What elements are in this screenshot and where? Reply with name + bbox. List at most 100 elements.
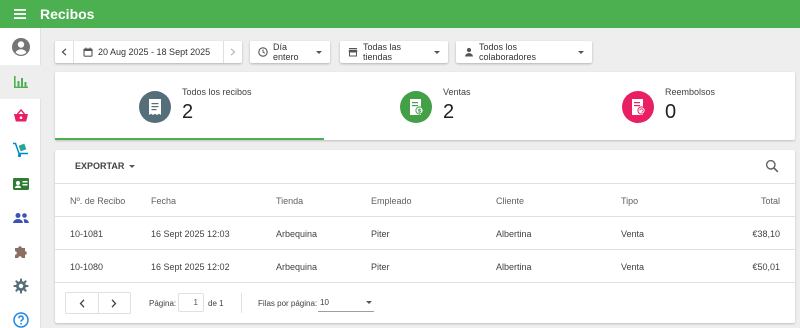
sidebar-item-inventory[interactable] bbox=[0, 133, 41, 167]
summary-value: 2 bbox=[182, 101, 194, 123]
sidebar-item-reports[interactable] bbox=[0, 65, 41, 99]
receipt-customer: Albertina bbox=[496, 229, 532, 239]
filter-bar: 20 Aug 2025 - 18 Sept 2025 Día entero To… bbox=[55, 41, 592, 63]
hamburger-icon bbox=[14, 9, 26, 19]
sidebar-item-settings[interactable] bbox=[0, 269, 41, 303]
employee-filter-dropdown[interactable]: Todos los colaboradores bbox=[456, 41, 592, 63]
sidebar-item-sales[interactable] bbox=[0, 99, 41, 133]
pagination: Página: 1 de 1 Filas por página: 10 bbox=[55, 284, 795, 323]
refund-receipt-icon bbox=[622, 91, 654, 123]
calendar-icon bbox=[83, 47, 93, 57]
page-title: Recibos bbox=[40, 6, 95, 22]
help-icon bbox=[12, 312, 29, 328]
active-tab-indicator bbox=[55, 138, 324, 140]
basket-icon bbox=[13, 109, 28, 122]
date-next-button[interactable] bbox=[224, 41, 242, 63]
chevron-right-icon bbox=[230, 48, 236, 56]
search-icon bbox=[765, 159, 779, 173]
sidebar-item-account[interactable] bbox=[0, 30, 41, 64]
rows-per-page-label: Filas por página: bbox=[258, 299, 318, 308]
rows-per-page-select[interactable]: 10 bbox=[318, 293, 374, 312]
table-row[interactable]: 10-1081 16 Sept 2025 12:03 Arbequina Pit… bbox=[55, 217, 795, 250]
store-filter-label: Todas las tiendas bbox=[363, 42, 402, 62]
rows-per-page-value: 10 bbox=[320, 297, 329, 307]
store-icon bbox=[348, 47, 358, 57]
caret-down-icon bbox=[578, 50, 584, 54]
column-header-employee[interactable]: Empleado bbox=[371, 196, 412, 206]
bar-chart-icon bbox=[13, 76, 28, 88]
receipt-customer: Albertina bbox=[496, 262, 532, 272]
store-filter-dropdown[interactable]: Todas las tiendas bbox=[340, 41, 448, 63]
receipt-number: 10-1080 bbox=[70, 262, 104, 272]
summary-label: Reembolsos bbox=[665, 87, 716, 97]
employee-filter-label: Todos los colaboradores bbox=[479, 42, 537, 62]
receipt-date: 16 Sept 2025 12:02 bbox=[151, 262, 230, 272]
divider bbox=[241, 293, 242, 313]
caret-down-icon bbox=[129, 164, 136, 168]
receipt-icon bbox=[139, 91, 171, 123]
date-prev-button[interactable] bbox=[55, 41, 73, 63]
summary-label: Todos los recibos bbox=[182, 87, 252, 97]
sidebar bbox=[0, 28, 41, 328]
person-icon bbox=[464, 47, 474, 57]
receipt-type: Venta bbox=[621, 262, 645, 272]
menu-button[interactable] bbox=[0, 0, 40, 28]
page-number-input[interactable]: 1 bbox=[178, 293, 204, 312]
summary-label: Ventas bbox=[443, 87, 471, 97]
prev-page-button[interactable] bbox=[66, 293, 98, 313]
chevron-left-icon bbox=[79, 298, 85, 308]
sales-receipt-icon: $ bbox=[400, 91, 432, 123]
app-bar: Recibos bbox=[0, 0, 800, 28]
receipt-employee: Piter bbox=[371, 262, 390, 272]
receipt-total: €38,10 bbox=[752, 229, 780, 239]
summary-refunds[interactable]: Reembolsos 0 bbox=[622, 72, 772, 140]
receipt-store: Arbequina bbox=[276, 229, 318, 239]
column-header-customer[interactable]: Cliente bbox=[496, 196, 524, 206]
account-circle-icon bbox=[11, 38, 30, 56]
dolly-icon bbox=[12, 142, 28, 158]
receipt-type: Venta bbox=[621, 229, 645, 239]
time-filter-dropdown[interactable]: Día entero bbox=[250, 41, 330, 63]
summary-value: 0 bbox=[665, 101, 677, 123]
sidebar-item-integrations[interactable] bbox=[0, 235, 41, 269]
sidebar-item-help[interactable] bbox=[0, 303, 41, 328]
caret-down-icon bbox=[316, 50, 322, 54]
summary-sales[interactable]: $ Ventas 2 bbox=[400, 72, 550, 140]
table-header-row: Nº. de Recibo Fecha Tienda Empleado Clie… bbox=[55, 184, 795, 217]
column-header-store[interactable]: Tienda bbox=[276, 196, 303, 206]
search-button[interactable] bbox=[765, 159, 779, 178]
receipts-table-card: EXPORTAR Nº. de Recibo Fecha Tienda Empl… bbox=[55, 150, 795, 323]
receipt-employee: Piter bbox=[371, 229, 390, 239]
page-label: Página: bbox=[149, 299, 177, 308]
summary-value: 2 bbox=[443, 101, 455, 123]
sidebar-item-customers[interactable] bbox=[0, 201, 41, 235]
table-toolbar: EXPORTAR bbox=[55, 150, 795, 184]
divider bbox=[73, 41, 74, 63]
receipt-store: Arbequina bbox=[276, 262, 318, 272]
time-filter-label: Día entero bbox=[273, 42, 299, 62]
chevron-left-icon bbox=[61, 48, 67, 56]
column-header-date[interactable]: Fecha bbox=[151, 196, 176, 206]
svg-text:$: $ bbox=[417, 109, 421, 115]
receipt-date: 16 Sept 2025 12:03 bbox=[151, 229, 230, 239]
column-header-receipt[interactable]: Nº. de Recibo bbox=[70, 196, 125, 206]
receipt-number: 10-1081 bbox=[70, 229, 104, 239]
column-header-type[interactable]: Tipo bbox=[621, 196, 638, 206]
page-total-label: de 1 bbox=[208, 299, 224, 308]
page-nav-buttons bbox=[65, 292, 131, 314]
id-card-icon bbox=[12, 178, 29, 190]
clock-icon bbox=[258, 47, 268, 57]
date-range-picker: 20 Aug 2025 - 18 Sept 2025 bbox=[55, 41, 242, 63]
caret-down-icon bbox=[434, 50, 440, 54]
next-page-button[interactable] bbox=[97, 293, 130, 313]
puzzle-icon bbox=[14, 246, 27, 258]
summary-all-receipts[interactable]: Todos los recibos 2 bbox=[139, 72, 319, 140]
people-icon bbox=[12, 213, 29, 223]
date-range-label[interactable]: 20 Aug 2025 - 18 Sept 2025 bbox=[98, 47, 223, 57]
gear-icon bbox=[13, 278, 28, 294]
table-row[interactable]: 10-1080 16 Sept 2025 12:02 Arbequina Pit… bbox=[55, 250, 795, 283]
sidebar-item-employees[interactable] bbox=[0, 167, 41, 201]
export-button[interactable]: EXPORTAR bbox=[75, 161, 136, 171]
column-header-total[interactable]: Total bbox=[761, 196, 780, 206]
receipt-total: €50,01 bbox=[752, 262, 780, 272]
